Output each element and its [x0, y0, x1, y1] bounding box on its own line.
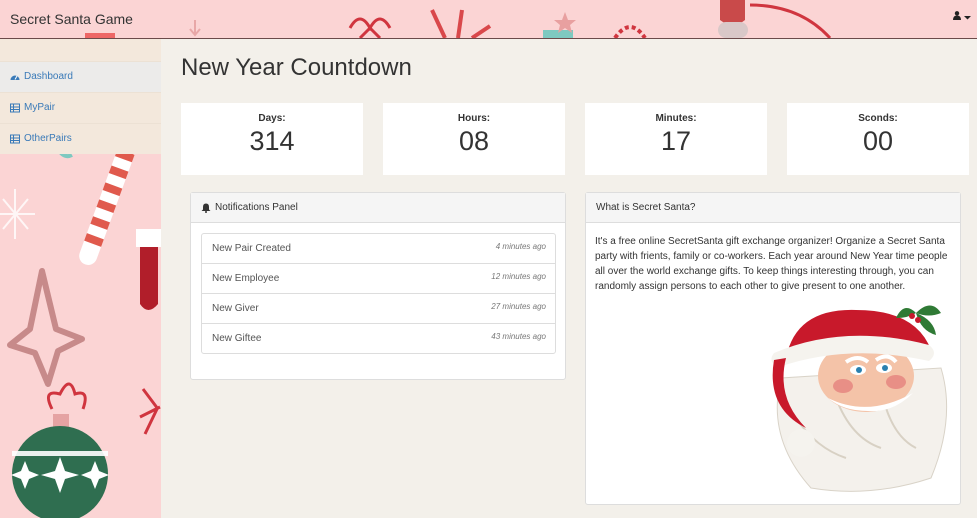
countdown-minutes: Minutes: 17 — [585, 103, 767, 175]
bell-icon — [201, 203, 211, 213]
sidebar-item-dashboard[interactable]: Dashboard — [0, 61, 161, 92]
sidebar-item-otherpairs[interactable]: OtherPairs — [0, 123, 161, 154]
notification-item[interactable]: New Giftee 43 minutes ago — [202, 324, 555, 353]
notification-time: 27 minutes ago — [491, 302, 546, 311]
notifications-list: New Pair Created 4 minutes ago New Emplo… — [201, 233, 556, 354]
app-title[interactable]: Secret Santa Game — [10, 11, 133, 27]
user-icon — [952, 11, 961, 20]
sidebar-item-label: Dashboard — [24, 71, 73, 82]
countdown-hours: Hours: 08 — [383, 103, 565, 175]
countdown-label: Sconds: — [858, 113, 898, 124]
notifications-panel-heading: Notifications Panel — [191, 193, 565, 223]
sidebar-header — [0, 39, 161, 61]
dashboard-icon — [10, 75, 20, 80]
countdown-label: Hours: — [457, 113, 491, 124]
notification-item[interactable]: New Employee 12 minutes ago — [202, 264, 555, 294]
notifications-panel: Notifications Panel New Pair Created 4 m… — [190, 192, 566, 380]
countdown-seconds: Sconds: 00 — [787, 103, 969, 175]
table-icon — [10, 103, 20, 113]
notification-label: New Pair Created — [212, 243, 291, 254]
notification-time: 4 minutes ago — [495, 242, 546, 251]
countdown-value: 314 — [249, 126, 295, 156]
countdown-label: Days: — [258, 113, 286, 124]
notification-item[interactable]: New Giver 27 minutes ago — [202, 294, 555, 324]
about-panel: What is Secret Santa? It's a free online… — [585, 192, 961, 505]
user-menu[interactable] — [952, 11, 971, 23]
page-title: New Year Countdown — [181, 54, 412, 81]
about-panel-heading: What is Secret Santa? — [586, 193, 960, 223]
about-text: It's a free online SecretSanta gift exch… — [595, 236, 948, 292]
santa-claus-image — [596, 298, 950, 494]
sidebar-item-label: OtherPairs — [24, 133, 72, 144]
notification-time: 43 minutes ago — [491, 332, 546, 341]
panel-title: Notifications Panel — [215, 202, 298, 213]
countdown-value: 17 — [660, 126, 692, 156]
top-navbar: Secret Santa Game — [0, 0, 977, 39]
countdown-days: Days: 314 — [181, 103, 363, 175]
notification-label: New Giftee — [212, 333, 262, 344]
notification-item[interactable]: New Pair Created 4 minutes ago — [202, 234, 555, 264]
panel-title: What is Secret Santa? — [596, 202, 696, 213]
sidebar-nav: Dashboard MyPair OtherPairs — [0, 61, 161, 154]
sidebar: Dashboard MyPair OtherPairs — [0, 39, 161, 518]
countdown-value: 08 — [458, 126, 490, 156]
notification-time: 12 minutes ago — [491, 272, 546, 281]
main-content: New Year Countdown Days: 314 Hours: 08 M… — [161, 39, 977, 518]
table-icon — [10, 134, 20, 144]
christmas-decoration — [85, 0, 832, 38]
notification-label: New Giver — [212, 303, 259, 314]
notification-label: New Employee — [212, 273, 280, 284]
sidebar-item-label: MyPair — [24, 102, 56, 113]
caret-down-icon — [964, 16, 971, 20]
countdown-value: 00 — [862, 126, 894, 156]
sidebar-item-mypair[interactable]: MyPair — [0, 92, 161, 123]
countdown-label: Minutes: — [655, 113, 697, 124]
